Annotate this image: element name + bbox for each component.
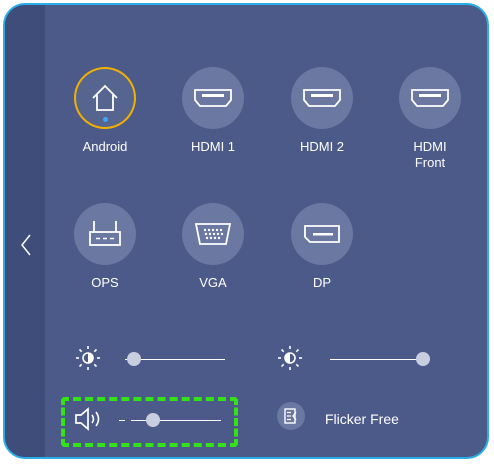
router-icon — [89, 221, 121, 246]
contrast-slider[interactable] — [330, 352, 430, 366]
source-hdmi-front[interactable]: HDMI Front — [385, 67, 475, 171]
slider-track — [330, 359, 430, 360]
source-hdmi-2[interactable]: HDMI 2 — [277, 67, 367, 155]
source-hdmi-1[interactable]: HDMI 1 — [168, 67, 258, 155]
source-hdmi-2-circle[interactable] — [291, 67, 353, 129]
slider-knob[interactable] — [126, 352, 141, 366]
active-indicator-dot — [103, 117, 108, 122]
contrast-icon — [278, 346, 302, 370]
displayport-icon — [304, 225, 340, 243]
source-dp-circle[interactable] — [291, 203, 353, 265]
backlight-slider[interactable] — [125, 352, 225, 366]
side-strip[interactable] — [5, 5, 45, 457]
hdmi-icon — [194, 89, 232, 107]
chevron-left-icon[interactable] — [19, 233, 33, 257]
slider-knob[interactable] — [416, 352, 430, 366]
input-source-panel: Android HDMI 1 HDMI 2 HDMI Front OPS VGA… — [3, 3, 489, 459]
source-label: VGA — [199, 275, 227, 290]
source-hdmi-1-circle[interactable] — [182, 67, 244, 129]
source-android-circle[interactable] — [74, 67, 136, 129]
brightness-icon — [76, 346, 100, 370]
source-hdmi-front-circle[interactable] — [399, 67, 461, 129]
source-ops-circle[interactable] — [74, 203, 136, 265]
hdmi-icon — [411, 89, 449, 107]
volume-highlight-box — [61, 397, 238, 447]
source-ops[interactable]: OPS — [60, 203, 150, 291]
source-label: HDMI 1 — [190, 139, 236, 154]
flicker-free-icon — [284, 408, 297, 424]
source-android[interactable]: Android — [60, 67, 150, 155]
source-vga-circle[interactable] — [182, 203, 244, 265]
source-label: OPS — [91, 275, 119, 290]
source-label: HDMI 2 — [299, 139, 345, 154]
flicker-free-button[interactable] — [277, 402, 305, 430]
vga-icon — [194, 223, 232, 245]
home-icon — [92, 84, 118, 111]
hdmi-icon — [303, 89, 341, 107]
source-dp[interactable]: DP — [277, 203, 367, 291]
flicker-free-label: Flicker Free — [325, 411, 399, 427]
source-label: Android — [82, 139, 128, 154]
source-label: HDMI Front — [413, 139, 447, 170]
source-vga[interactable]: VGA — [168, 203, 258, 291]
source-label: DP — [312, 275, 332, 290]
